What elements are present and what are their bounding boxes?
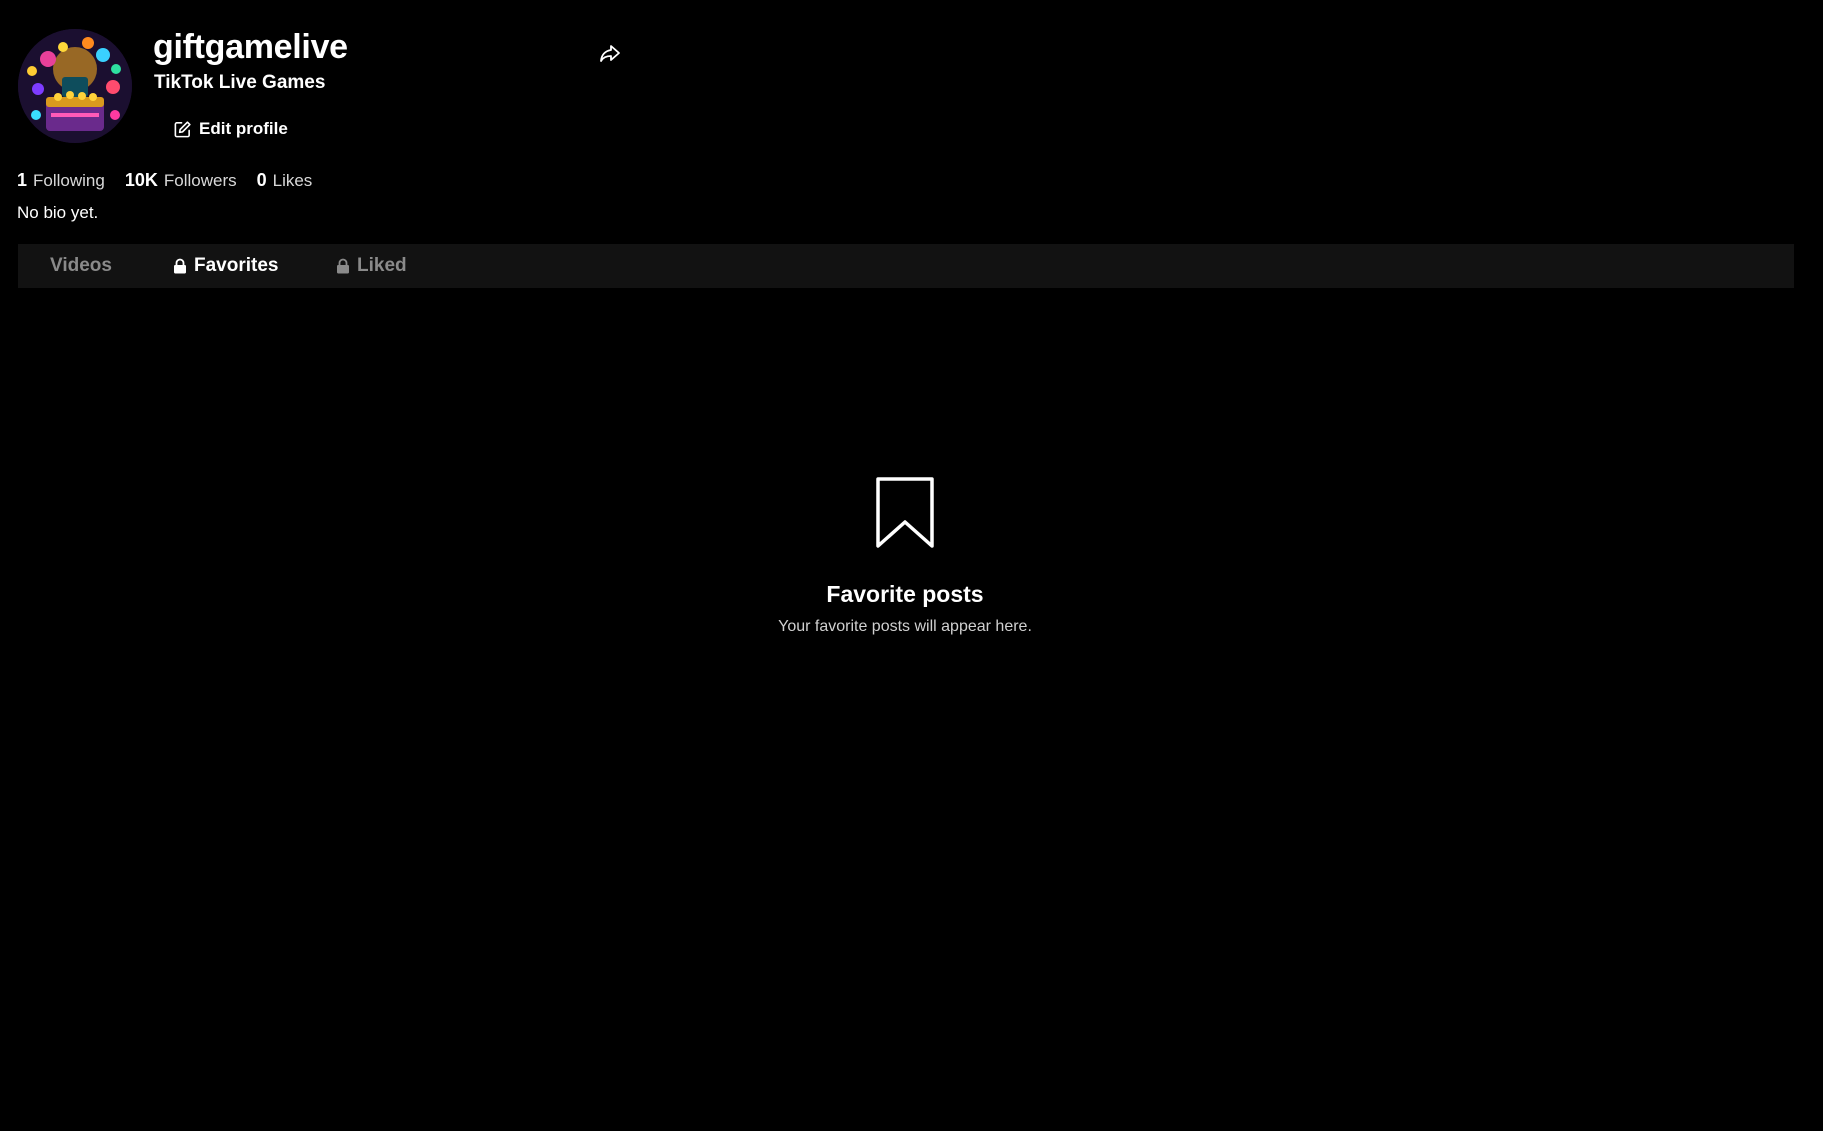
edit-icon	[174, 120, 191, 137]
username: giftgamelive	[153, 28, 348, 66]
lock-icon	[337, 258, 349, 274]
profile-tabs: Videos Favorites Liked	[18, 244, 1794, 288]
tab-favorites[interactable]: Favorites	[173, 244, 278, 288]
edit-profile-label: Edit profile	[199, 119, 288, 138]
tab-liked[interactable]: Liked	[336, 244, 407, 288]
empty-state: Favorite posts Your favorite posts will …	[0, 476, 1810, 638]
bookmark-icon	[876, 477, 934, 548]
profile-stats: 1 Following 10K Followers 0 Likes	[17, 168, 332, 193]
tab-label: Liked	[357, 255, 407, 276]
stat-likes: 0 Likes	[257, 168, 313, 193]
avatar[interactable]	[18, 29, 132, 143]
stat-value: 1	[17, 170, 28, 190]
empty-state-title: Favorite posts	[826, 581, 984, 607]
nickname: TikTok Live Games	[154, 72, 326, 93]
stat-value: 0	[256, 170, 267, 190]
stat-label: Following	[33, 171, 105, 190]
lock-icon	[174, 258, 186, 274]
stat-label: Followers	[163, 171, 237, 190]
stat-label: Likes	[272, 171, 313, 190]
tab-label: Videos	[50, 255, 112, 276]
stat-following[interactable]: 1 Following	[17, 168, 105, 193]
bio: No bio yet.	[17, 203, 99, 222]
stat-followers[interactable]: 10K Followers	[125, 168, 237, 193]
tab-videos[interactable]: Videos	[50, 244, 112, 288]
edit-profile-button[interactable]: Edit profile	[163, 114, 298, 144]
empty-state-subtitle: Your favorite posts will appear here.	[778, 618, 1032, 635]
stat-value: 10K	[124, 170, 158, 190]
share-icon	[600, 45, 620, 62]
tab-label: Favorites	[194, 255, 279, 276]
share-button[interactable]	[595, 38, 625, 68]
profile-page: giftgamelive TikTok Live Games Edit prof…	[0, 0, 1823, 1131]
avatar-image	[18, 29, 132, 143]
